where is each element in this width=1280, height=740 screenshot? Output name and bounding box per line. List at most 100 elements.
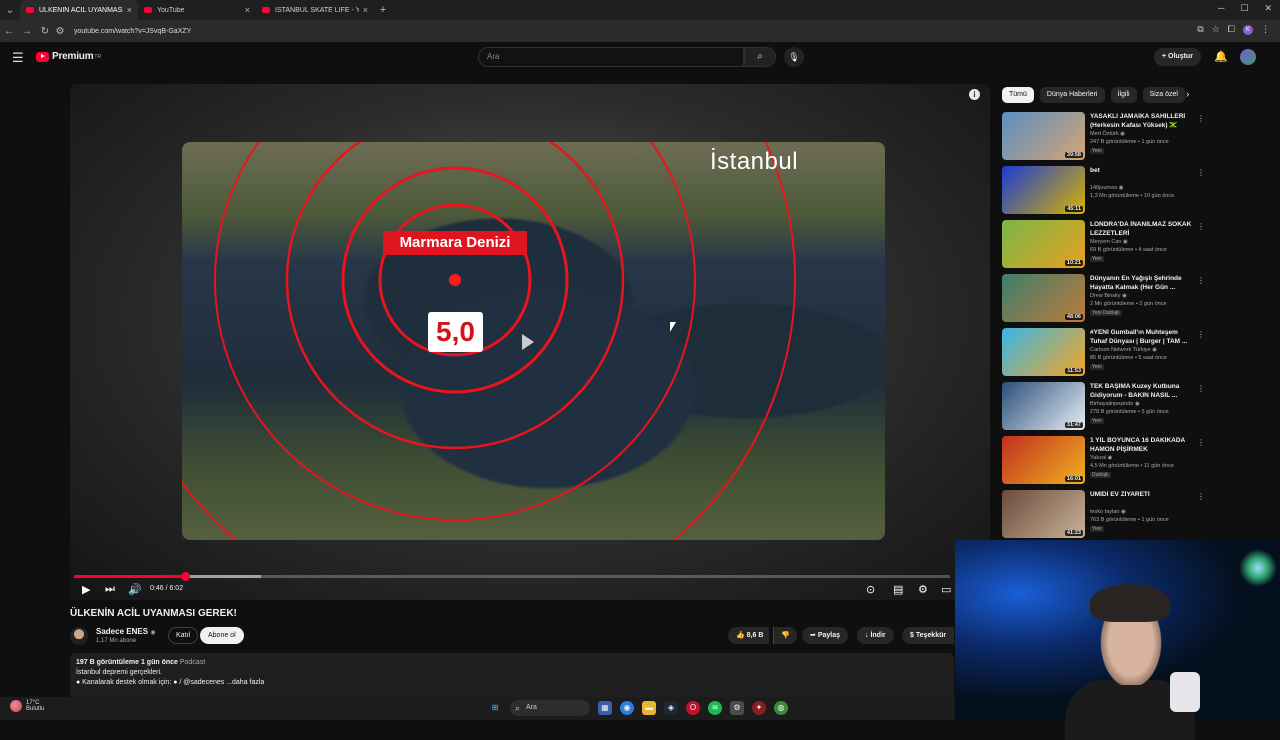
settings-gear-icon[interactable]: ⚙: [918, 583, 928, 596]
autoplay-toggle-icon[interactable]: ⊙: [866, 583, 875, 596]
reload-icon[interactable]: ↻: [36, 26, 54, 37]
recommendation-title[interactable]: TEK BAŞIMA Kuzey Kutbuna Gidiyorum - BAK…: [1090, 383, 1194, 400]
recommendation-channel[interactable]: tesko tayları ◉: [1090, 509, 1126, 515]
recommendation-thumbnail[interactable]: 39:58: [1002, 112, 1085, 160]
maximize-icon[interactable]: ☐: [1240, 3, 1248, 14]
recommendation-item[interactable]: 10:21 LONDRA'DA İNANILMAZ SOKAK LEZZETLER…: [1002, 220, 1272, 270]
more-options-icon[interactable]: ⋮: [1197, 384, 1205, 393]
desc-tag[interactable]: Podcast: [180, 659, 205, 666]
youtube-logo[interactable]: Premium TR: [36, 51, 101, 62]
close-window-icon[interactable]: ✕: [1264, 3, 1272, 14]
browser-menu-icon[interactable]: ⋮: [1261, 24, 1270, 35]
widgets-icon[interactable]: ▦: [598, 701, 612, 715]
url-text[interactable]: youtube.com/watch?v=JSvqB-GaXZY: [74, 28, 191, 35]
recommendation-title[interactable]: ÜMİDİ EV ZİYARETİ: [1090, 491, 1194, 500]
recommendation-item[interactable]: 45:11 bet 140journos ◉ 1,3 Mn görüntüleme •…: [1002, 166, 1272, 216]
opera-icon[interactable]: O: [686, 701, 700, 715]
recommendation-thumbnail[interactable]: 31:47: [1002, 382, 1085, 430]
file-explorer-icon[interactable]: ▬: [642, 701, 656, 715]
recommendation-item[interactable]: 16:01 1 YIL BOYUNCA 16 DAKİKADA HAMON PİŞ…: [1002, 436, 1272, 486]
recommendation-item[interactable]: 31:47 TEK BAŞIMA Kuzey Kutbuna Gidiyorum …: [1002, 382, 1272, 432]
more-options-icon[interactable]: ⋮: [1197, 222, 1205, 231]
chip-for-you[interactable]: Siza özel: [1142, 87, 1185, 103]
more-options-icon[interactable]: ⋮: [1197, 492, 1205, 501]
recommendation-title[interactable]: #YENİ Gumball'ın Muhteşem Tuhaf Dünyası …: [1090, 329, 1194, 346]
search-input[interactable]: Ara: [478, 47, 744, 67]
recommendation-item[interactable]: 11:53 #YENİ Gumball'ın Muhteşem Tuhaf Dün…: [1002, 328, 1272, 378]
recommendation-item[interactable]: 48:06 Dünyanın En Yağışlı Şehrinde Hayatt…: [1002, 274, 1272, 324]
notifications-bell-icon[interactable]: 🔔: [1214, 50, 1228, 63]
create-button[interactable]: + Oluştur: [1154, 48, 1201, 66]
back-icon[interactable]: ←: [0, 26, 18, 37]
info-icon[interactable]: i: [969, 89, 980, 100]
more-options-icon[interactable]: ⋮: [1197, 276, 1205, 285]
play-icon[interactable]: ▶: [82, 583, 90, 596]
bookmark-star-icon[interactable]: ☆: [1212, 24, 1220, 35]
settings-app-icon[interactable]: ⚙: [730, 701, 744, 715]
voice-search-button[interactable]: 🎙: [784, 47, 804, 67]
minimize-icon[interactable]: ─: [1218, 3, 1224, 14]
recommendation-title[interactable]: Dünyanın En Yağışlı Şehrinde Hayatta Kal…: [1090, 275, 1194, 292]
recommendation-thumbnail[interactable]: 48:06: [1002, 274, 1085, 322]
share-button[interactable]: ➦ Paylaş: [802, 627, 849, 644]
close-tab-icon[interactable]: ×: [127, 5, 132, 15]
download-button[interactable]: ↓ İndir: [857, 627, 894, 644]
weather-widget[interactable]: 17°C Bulutlu: [10, 700, 44, 712]
recommendation-title[interactable]: bet: [1090, 167, 1194, 176]
join-button[interactable]: Katıl: [168, 627, 199, 644]
chip-related[interactable]: İlgili: [1110, 87, 1137, 103]
recommendation-channel[interactable]: Cartoon Network Türkiye ◉: [1090, 347, 1157, 353]
hamburger-menu-icon[interactable]: ☰: [12, 50, 24, 66]
recommendation-title[interactable]: YASAKLI JAMAİKA SAHİLLERİ (Herkesin Kafa…: [1090, 113, 1194, 130]
recommendation-item[interactable]: 39:58 YASAKLI JAMAİKA SAHİLLERİ (Herkesin…: [1002, 112, 1272, 162]
more-options-icon[interactable]: ⋮: [1197, 114, 1205, 123]
browser-profile-icon[interactable]: K: [1243, 24, 1253, 35]
volume-icon[interactable]: 🔊: [128, 583, 142, 596]
taskbar-search[interactable]: Ara: [510, 700, 590, 716]
windows-start-icon[interactable]: ⊞: [488, 701, 502, 715]
site-info-icon[interactable]: ⚙: [54, 26, 66, 37]
close-tab-icon[interactable]: ×: [363, 5, 368, 15]
search-button[interactable]: ⌕: [744, 47, 776, 67]
subtitles-icon[interactable]: ▤: [893, 583, 903, 596]
chip-world-news[interactable]: Dünya Haberleri: [1039, 87, 1105, 103]
browser-tab-3[interactable]: İSTANBUL SKATE LIFE - YouTube ×: [256, 0, 374, 20]
recommendation-channel[interactable]: Drew Binsky ◉: [1090, 293, 1127, 299]
chip-all[interactable]: Tümü: [1002, 87, 1034, 103]
recommendation-thumbnail[interactable]: 45:11: [1002, 166, 1085, 214]
steam-icon[interactable]: ◈: [664, 701, 678, 715]
recommendation-thumbnail[interactable]: 16:01: [1002, 436, 1085, 484]
theater-mode-icon[interactable]: ▭: [941, 583, 951, 596]
next-icon[interactable]: ⏭: [105, 583, 115, 596]
recommendation-title[interactable]: 1 YIL BOYUNCA 16 DAKİKADA HAMON PİŞİRMEK: [1090, 437, 1194, 454]
subscribe-button[interactable]: Abone ol: [200, 627, 244, 644]
recommendation-channel[interactable]: Meryem Can ◉: [1090, 239, 1128, 245]
center-play-icon[interactable]: [522, 334, 534, 350]
account-avatar[interactable]: [1240, 49, 1256, 65]
recommendation-channel[interactable]: Mert Öztürk ◉: [1090, 131, 1125, 137]
thanks-button[interactable]: $ Teşekkür: [902, 627, 955, 644]
browser-tab-2[interactable]: YouTube ×: [138, 0, 256, 20]
recommendation-channel[interactable]: Birhayalinpeşinde ◉: [1090, 401, 1140, 407]
tab-list-icon[interactable]: ⌄: [0, 5, 20, 16]
scrubber-handle[interactable]: [181, 572, 190, 581]
forward-icon[interactable]: →: [18, 26, 36, 37]
chevron-right-icon[interactable]: ›: [1186, 89, 1189, 100]
close-tab-icon[interactable]: ×: [245, 5, 250, 15]
extensions-icon[interactable]: ⧠: [1228, 24, 1235, 35]
browser-app-icon[interactable]: ◍: [774, 701, 788, 715]
recommendation-thumbnail[interactable]: 41:23: [1002, 490, 1085, 538]
channel-name[interactable]: Sadece ENES ◉: [96, 627, 156, 636]
more-options-icon[interactable]: ⋮: [1197, 330, 1205, 339]
desc-line[interactable]: ● Kanalarak destek olmak için: ● / @sade…: [76, 679, 948, 686]
like-button[interactable]: 👍 8,6 B: [728, 627, 770, 644]
recommendation-channel[interactable]: Yakzal ◉: [1090, 455, 1112, 461]
channel-avatar[interactable]: [70, 627, 88, 645]
recommendation-thumbnail[interactable]: 11:53: [1002, 328, 1085, 376]
spotify-icon[interactable]: ≋: [708, 701, 722, 715]
browser-tab-1[interactable]: ÜLKENİN ACİL UYANMASI GERE ×: [20, 0, 138, 20]
recommendation-channel[interactable]: 140journos ◉: [1090, 185, 1124, 191]
more-options-icon[interactable]: ⋮: [1197, 438, 1205, 447]
recommendation-title[interactable]: LONDRA'DA İNANILMAZ SOKAK LEZZETLERİ: [1090, 221, 1194, 238]
game-app-icon[interactable]: ✦: [752, 701, 766, 715]
